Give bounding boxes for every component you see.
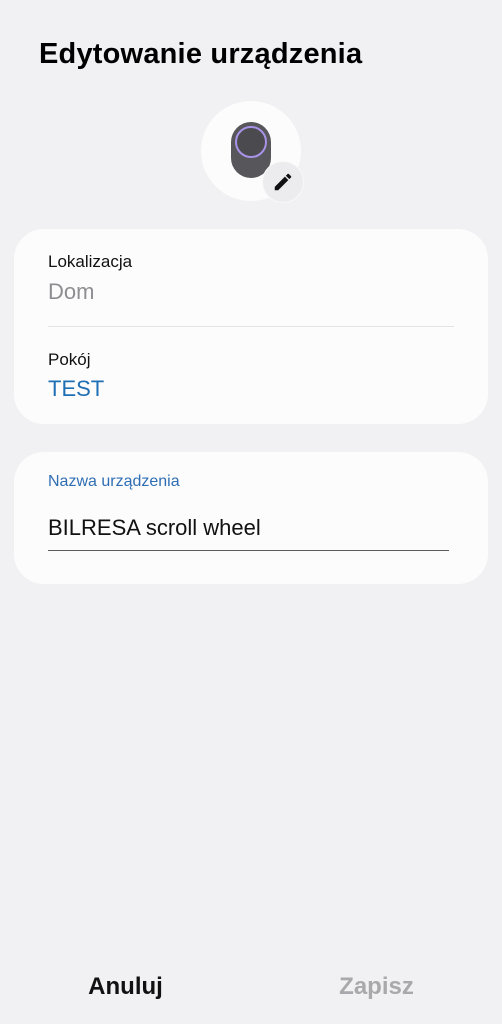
device-avatar[interactable] [201, 101, 304, 203]
page-title: Edytowanie urządzenia [39, 38, 363, 70]
save-button[interactable]: Zapisz [251, 960, 502, 1014]
cancel-button[interactable]: Anuluj [0, 960, 251, 1014]
scroll-wheel-ring [235, 126, 267, 158]
device-name-label: Nazwa urządzenia [48, 473, 180, 490]
location-label: Lokalizacja [48, 252, 133, 271]
edit-icon-button[interactable] [262, 161, 304, 203]
device-name-input[interactable] [48, 506, 449, 551]
room-value: TEST [48, 376, 105, 401]
bottom-action-bar: Anuluj Zapisz [0, 960, 502, 1014]
location-card: Lokalizacja Dom Pokój TEST [14, 229, 488, 424]
device-name-card: Nazwa urządzenia [14, 452, 488, 584]
room-label: Pokój [48, 350, 91, 369]
pencil-icon [274, 173, 292, 191]
location-row[interactable]: Lokalizacja Dom [14, 229, 488, 326]
room-row[interactable]: Pokój TEST [14, 327, 488, 424]
location-value: Dom [48, 279, 95, 304]
